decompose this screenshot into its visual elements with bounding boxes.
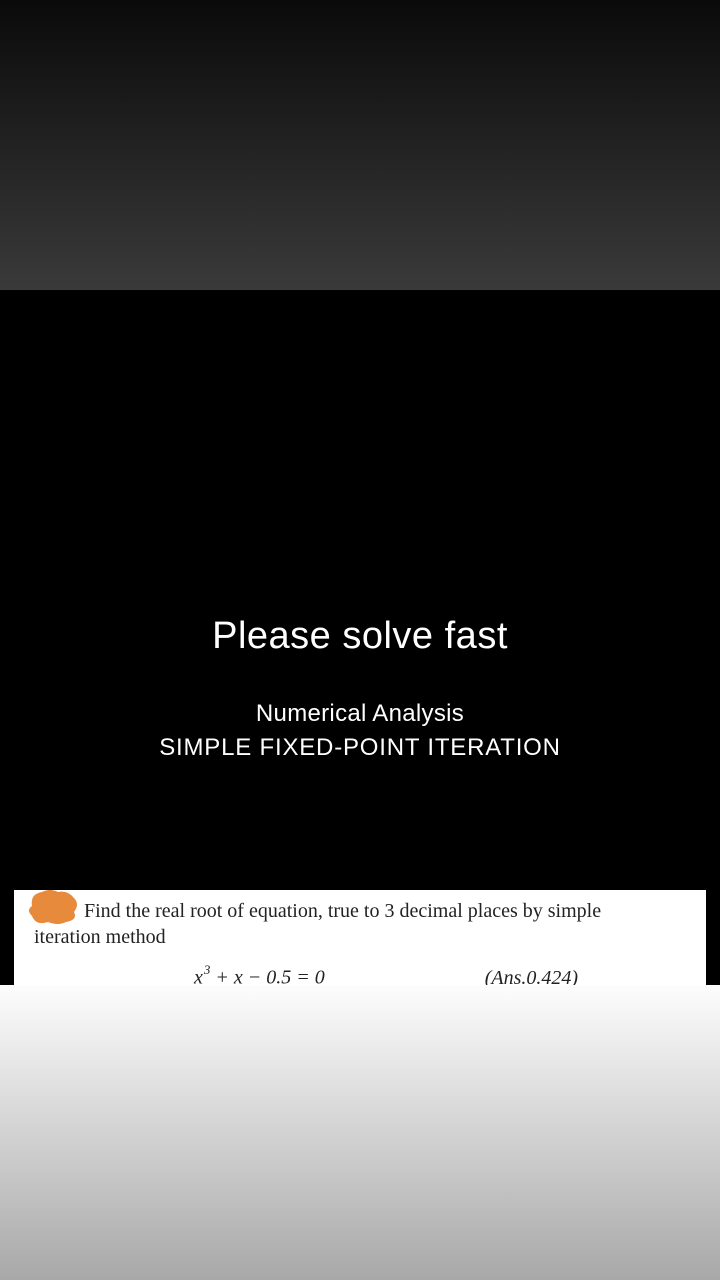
- heading-main: Please solve fast: [0, 615, 720, 658]
- problem-card: Find the real root of equation, true to …: [14, 890, 706, 985]
- problem-text-line1: Find the real root of equation, true to …: [84, 898, 696, 924]
- heading-block: Please solve fast Numerical Analysis SIM…: [0, 615, 720, 762]
- bottom-gradient-area: [0, 985, 720, 1280]
- top-gradient-area: [0, 0, 720, 290]
- equation-exponent: 3: [204, 962, 211, 977]
- annotation-blob-icon: [20, 886, 84, 928]
- problem-text-line2: iteration method: [34, 924, 696, 950]
- heading-sub1: Numerical Analysis: [0, 700, 720, 728]
- heading-sub2: SIMPLE FIXED-POINT ITERATION: [0, 734, 720, 762]
